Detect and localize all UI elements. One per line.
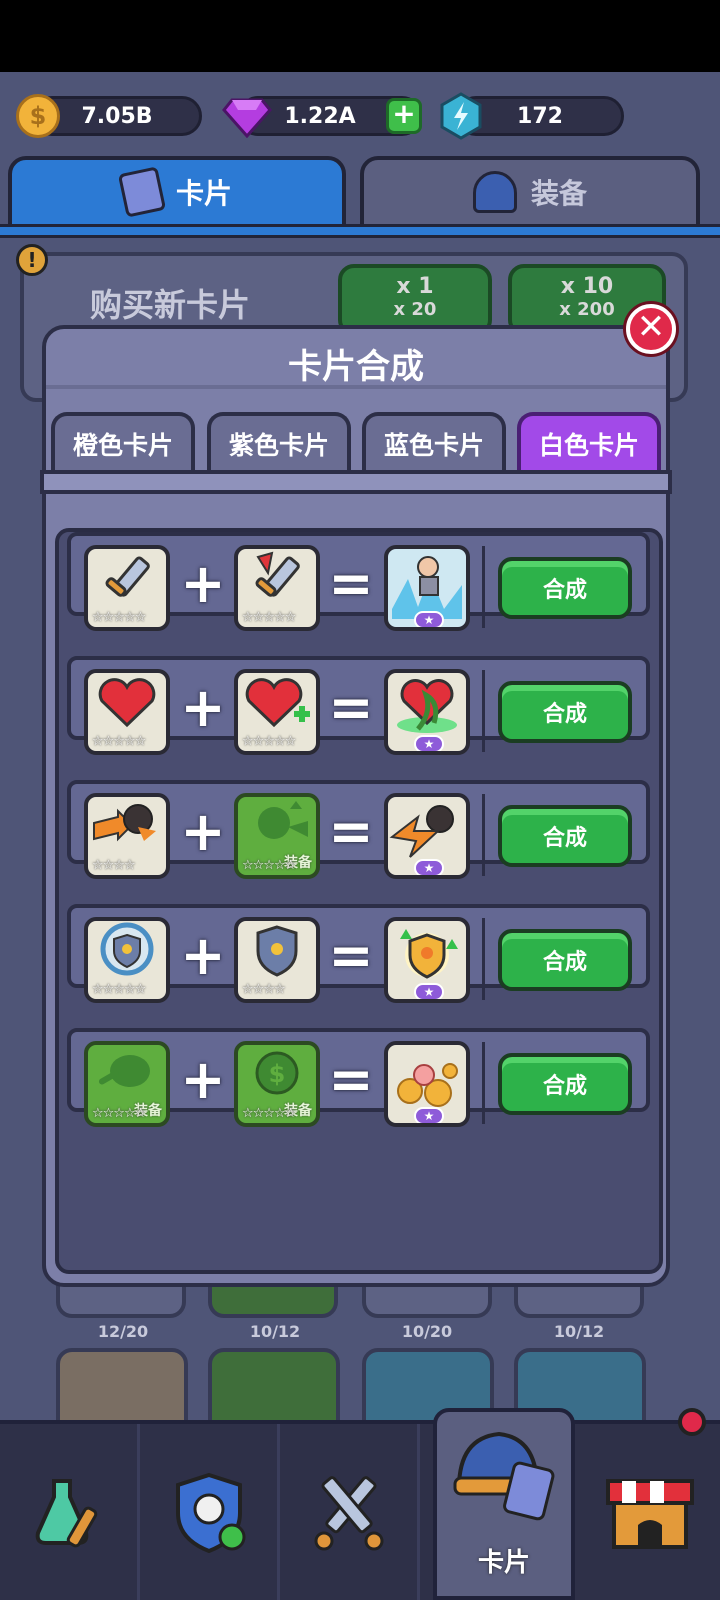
- alert-icon: !: [16, 244, 48, 276]
- tab-equipment[interactable]: 装备: [360, 156, 700, 228]
- plus-icon: +: [180, 552, 226, 615]
- heart-plus-icon[interactable]: ☆☆☆☆☆: [234, 669, 320, 755]
- plus-icon: +: [180, 676, 226, 739]
- rarity-badge: ★: [414, 735, 444, 751]
- row-divider: [482, 546, 485, 628]
- row-divider: [482, 1042, 485, 1124]
- equals-icon: =: [328, 924, 374, 987]
- coin-icon[interactable]: $ 装备 ☆☆☆☆☆: [234, 1041, 320, 1127]
- nav-cards[interactable]: 卡片: [433, 1408, 575, 1600]
- equals-icon: =: [328, 552, 374, 615]
- tab-orange-cards[interactable]: 橙色卡片: [51, 412, 195, 472]
- heart-icon[interactable]: ☆☆☆☆☆: [84, 669, 170, 755]
- card-icon: [117, 166, 167, 218]
- bomb-arrow-icon[interactable]: ☆☆☆☆: [84, 793, 170, 879]
- helmet-cards-icon: [453, 1431, 555, 1521]
- tab-divider-bar: [0, 224, 720, 238]
- row-divider: [482, 794, 485, 876]
- ice-warrior-icon[interactable]: ★: [384, 545, 470, 631]
- add-gems-button[interactable]: +: [386, 98, 422, 134]
- plus-icon: +: [180, 924, 226, 987]
- title-band: [46, 385, 666, 389]
- plus-icon: +: [180, 800, 226, 863]
- card-count: 10/12: [553, 1322, 605, 1341]
- nav-shop[interactable]: [580, 1424, 720, 1600]
- coin-icon: $: [16, 94, 60, 138]
- tab-purple-cards[interactable]: 紫色卡片: [207, 412, 351, 472]
- rarity-badge: ★: [414, 1107, 444, 1123]
- row-divider: [482, 670, 485, 752]
- coin-pile-icon[interactable]: ★: [384, 1041, 470, 1127]
- shield-star-icon[interactable]: ☆☆☆☆: [234, 917, 320, 1003]
- rarity-badge: ★: [414, 611, 444, 627]
- shop-icon: [606, 1479, 694, 1549]
- tab-cards[interactable]: 卡片: [8, 156, 346, 228]
- nav-upgrades[interactable]: [0, 1424, 140, 1600]
- currency-bar: 7.05B $ 1.22A + 172: [0, 92, 720, 142]
- vine-heart-icon[interactable]: ★: [384, 669, 470, 755]
- plus-icon: +: [180, 1048, 226, 1111]
- gem-icon: [222, 94, 272, 139]
- synthesize-button[interactable]: 合成: [498, 557, 632, 619]
- meat-icon[interactable]: 装备 ☆☆☆☆☆: [84, 1041, 170, 1127]
- status-bar: [0, 0, 720, 72]
- card-count: 10/12: [249, 1322, 301, 1341]
- nav-battle[interactable]: [280, 1424, 420, 1600]
- skull-shield-icon: [175, 1472, 245, 1554]
- equals-icon: =: [328, 800, 374, 863]
- notification-dot: [678, 1408, 706, 1436]
- nav-guild[interactable]: [140, 1424, 280, 1600]
- synthesize-button[interactable]: 合成: [498, 681, 632, 743]
- potion-wrench-icon: [35, 1479, 97, 1548]
- green-bomb-icon[interactable]: 装备 ☆☆☆☆☆: [234, 793, 320, 879]
- crossed-swords-icon: [314, 1476, 383, 1551]
- synthesize-button[interactable]: 合成: [498, 805, 632, 867]
- card-count: 12/20: [97, 1322, 149, 1341]
- dialog-title: 卡片合成: [288, 347, 424, 387]
- bomb-lightning-icon[interactable]: ★: [384, 793, 470, 879]
- shop-title: 购买新卡片: [89, 286, 250, 324]
- equals-icon: =: [328, 676, 374, 739]
- card-count: 10/20: [401, 1322, 453, 1341]
- rarity-badge: ★: [414, 859, 444, 875]
- shield-ring-icon[interactable]: ☆☆☆☆☆: [84, 917, 170, 1003]
- synthesize-button[interactable]: 合成: [498, 929, 632, 991]
- recipe-list: [55, 528, 663, 1274]
- sword-icon[interactable]: ☆☆☆☆☆: [84, 545, 170, 631]
- energy-icon: [438, 92, 484, 140]
- gold-shield-icon[interactable]: ★: [384, 917, 470, 1003]
- close-button[interactable]: ✕: [626, 304, 676, 354]
- equals-icon: =: [328, 1048, 374, 1111]
- tab-underline: [40, 470, 672, 494]
- synthesize-button[interactable]: 合成: [498, 1053, 632, 1115]
- nav-cards-label: 卡片: [477, 1548, 530, 1578]
- tab-white-cards[interactable]: 白色卡片: [517, 412, 661, 472]
- rarity-badge: ★: [414, 983, 444, 999]
- helmet-icon: [472, 171, 517, 213]
- row-divider: [482, 918, 485, 1000]
- svg-text:$: $: [269, 1060, 286, 1088]
- red-sword-icon[interactable]: ☆☆☆☆☆: [234, 545, 320, 631]
- tab-blue-cards[interactable]: 蓝色卡片: [362, 412, 506, 472]
